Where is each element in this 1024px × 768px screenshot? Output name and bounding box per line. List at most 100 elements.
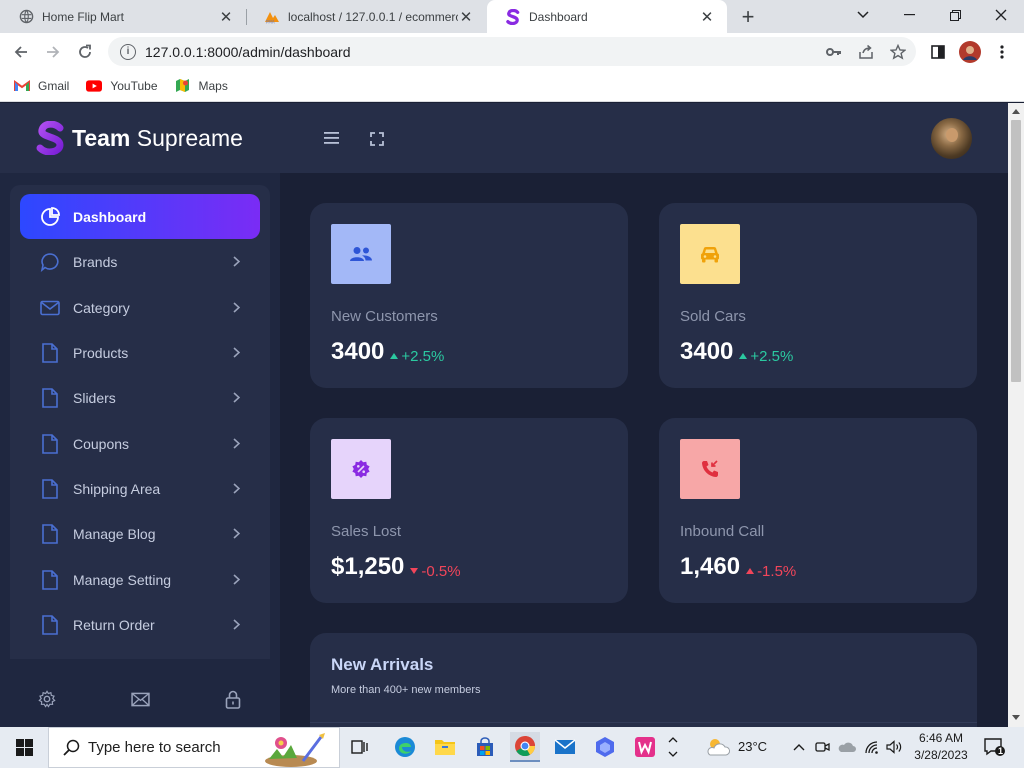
minimize-button[interactable] xyxy=(886,0,932,30)
sidebar-item-coupons[interactable]: Coupons xyxy=(20,421,260,466)
weather-temperature[interactable]: 23°C xyxy=(738,739,767,754)
new-tab-button[interactable]: + xyxy=(737,4,759,29)
site-info-icon[interactable]: i xyxy=(120,43,136,60)
taskbar-store[interactable] xyxy=(470,732,500,762)
discount-badge-icon xyxy=(331,439,391,499)
tray-network[interactable] xyxy=(861,732,883,762)
sidebar-menu: Dashboard Brands Category Products Slide… xyxy=(10,185,270,659)
close-window-button[interactable] xyxy=(978,0,1024,30)
notification-count: 1 xyxy=(998,746,1004,756)
svg-text:PMA: PMA xyxy=(266,19,275,24)
lock-button[interactable] xyxy=(223,689,243,709)
tray-onedrive[interactable] xyxy=(836,732,858,762)
taskbar-power-automate[interactable] xyxy=(590,732,620,762)
brand-logo-link[interactable]: Team Supreame xyxy=(36,121,243,155)
messages-button[interactable] xyxy=(130,689,150,709)
sidebar-item-sliders[interactable]: Sliders xyxy=(20,375,260,420)
forward-button[interactable] xyxy=(40,39,66,65)
close-tab-icon[interactable]: ✕ xyxy=(458,9,474,26)
sidebar-item-brands[interactable]: Brands xyxy=(20,239,260,284)
address-bar[interactable]: i 127.0.0.1:8000/admin/dashboard xyxy=(108,37,916,66)
taskbar-wamp[interactable] xyxy=(630,732,660,762)
hamburger-menu-icon[interactable] xyxy=(324,130,341,146)
sidebar-item-manage-blog[interactable]: Manage Blog xyxy=(20,511,260,556)
bookmark-star-icon[interactable] xyxy=(888,42,908,62)
browser-tab-home-flip-mart[interactable]: Home Flip Mart ✕ xyxy=(0,0,246,33)
bookmark-maps[interactable]: Maps xyxy=(175,78,228,94)
brand-name-bold: Team xyxy=(72,124,131,151)
top-navbar: Team Supreame xyxy=(0,103,1008,173)
page-scrollbar[interactable] xyxy=(1008,103,1024,727)
trend-up-icon xyxy=(390,353,399,359)
sidebar-item-label: Products xyxy=(73,344,129,361)
power-automate-icon xyxy=(596,737,614,757)
stat-delta: +2.5% xyxy=(739,348,793,365)
bookmark-label: Maps xyxy=(198,78,228,93)
taskbar-edge[interactable] xyxy=(390,732,420,762)
weather-widget[interactable] xyxy=(703,732,733,762)
car-icon xyxy=(680,224,740,284)
taskbar-search-box[interactable]: Type here to search xyxy=(48,727,340,768)
sidebar-item-label: Shipping Area xyxy=(73,480,161,497)
taskbar-file-explorer[interactable] xyxy=(430,732,460,762)
sidebar-item-manage-setting[interactable]: Manage Setting xyxy=(20,557,260,602)
show-hidden-icons[interactable] xyxy=(790,732,808,762)
phpmyadmin-icon: PMA xyxy=(264,9,280,25)
users-icon xyxy=(331,224,391,284)
brand-s-icon xyxy=(505,8,521,25)
scroll-up-arrow[interactable] xyxy=(1012,109,1020,114)
user-avatar[interactable] xyxy=(931,118,972,159)
restore-button[interactable] xyxy=(932,0,978,30)
clock-time: 6:46 AM xyxy=(918,731,964,745)
taskbar-overflow[interactable] xyxy=(665,732,681,762)
stat-value: 3400 xyxy=(331,338,385,365)
chrome-icon xyxy=(515,736,536,757)
chevron-right-icon xyxy=(228,254,244,270)
share-icon[interactable] xyxy=(856,42,876,62)
reload-button[interactable] xyxy=(72,39,98,65)
camera-icon xyxy=(815,742,830,752)
close-tab-icon[interactable]: ✕ xyxy=(218,9,234,26)
taskbar-chrome[interactable] xyxy=(510,732,540,762)
tray-meet-now[interactable] xyxy=(812,732,832,762)
bookmark-youtube[interactable]: YouTube xyxy=(86,78,158,94)
envelope-icon xyxy=(130,692,150,706)
side-panel-icon[interactable] xyxy=(926,40,950,64)
browser-tab-phpmyadmin[interactable]: PMA localhost / 127.0.0.1 / ecommerce ✕ xyxy=(246,0,486,33)
phone-incoming-icon xyxy=(680,439,740,499)
chrome-menu-icon[interactable] xyxy=(990,40,1014,64)
youtube-icon xyxy=(86,78,103,94)
start-button[interactable] xyxy=(0,727,48,768)
sidebar-item-return-order[interactable]: Return Order xyxy=(20,602,260,647)
settings-button[interactable] xyxy=(37,689,57,709)
stat-delta-text: -0.5% xyxy=(421,562,461,580)
sidebar-item-label: Return Order xyxy=(73,616,155,633)
scroll-thumb[interactable] xyxy=(1011,120,1021,382)
taskbar-mail[interactable] xyxy=(550,732,580,762)
browser-tab-dashboard[interactable]: Dashboard ✕ xyxy=(487,0,727,33)
wamp-icon xyxy=(635,737,655,757)
key-icon[interactable] xyxy=(824,42,844,62)
task-view-button[interactable] xyxy=(345,732,375,762)
sidebar-item-category[interactable]: Category xyxy=(20,285,260,330)
back-button[interactable] xyxy=(8,39,34,65)
chevron-right-icon xyxy=(228,345,244,361)
profile-avatar[interactable] xyxy=(958,40,982,64)
taskbar-clock[interactable]: 6:46 AM 3/28/2023 xyxy=(910,730,972,764)
tab-title: localhost / 127.0.0.1 / ecommerce xyxy=(288,9,458,24)
stat-value: $1,250 xyxy=(331,553,405,580)
action-center-button[interactable]: 1 xyxy=(980,732,1008,762)
panel-divider xyxy=(310,722,977,723)
tab-search-button[interactable] xyxy=(840,0,886,30)
tray-volume[interactable] xyxy=(884,732,906,762)
pie-chart-icon xyxy=(40,206,60,227)
bookmark-gmail[interactable]: Gmail xyxy=(14,78,69,94)
fullscreen-icon[interactable] xyxy=(369,131,385,147)
stat-value-row: 1,460 -1.5% xyxy=(680,553,796,581)
sidebar-item-shipping-area[interactable]: Shipping Area xyxy=(20,466,260,511)
close-tab-icon[interactable]: ✕ xyxy=(699,9,715,26)
sidebar-item-products[interactable]: Products xyxy=(20,330,260,375)
scroll-down-arrow[interactable] xyxy=(1012,715,1020,720)
reload-icon xyxy=(79,44,91,58)
sidebar-item-dashboard[interactable]: Dashboard xyxy=(20,194,260,239)
